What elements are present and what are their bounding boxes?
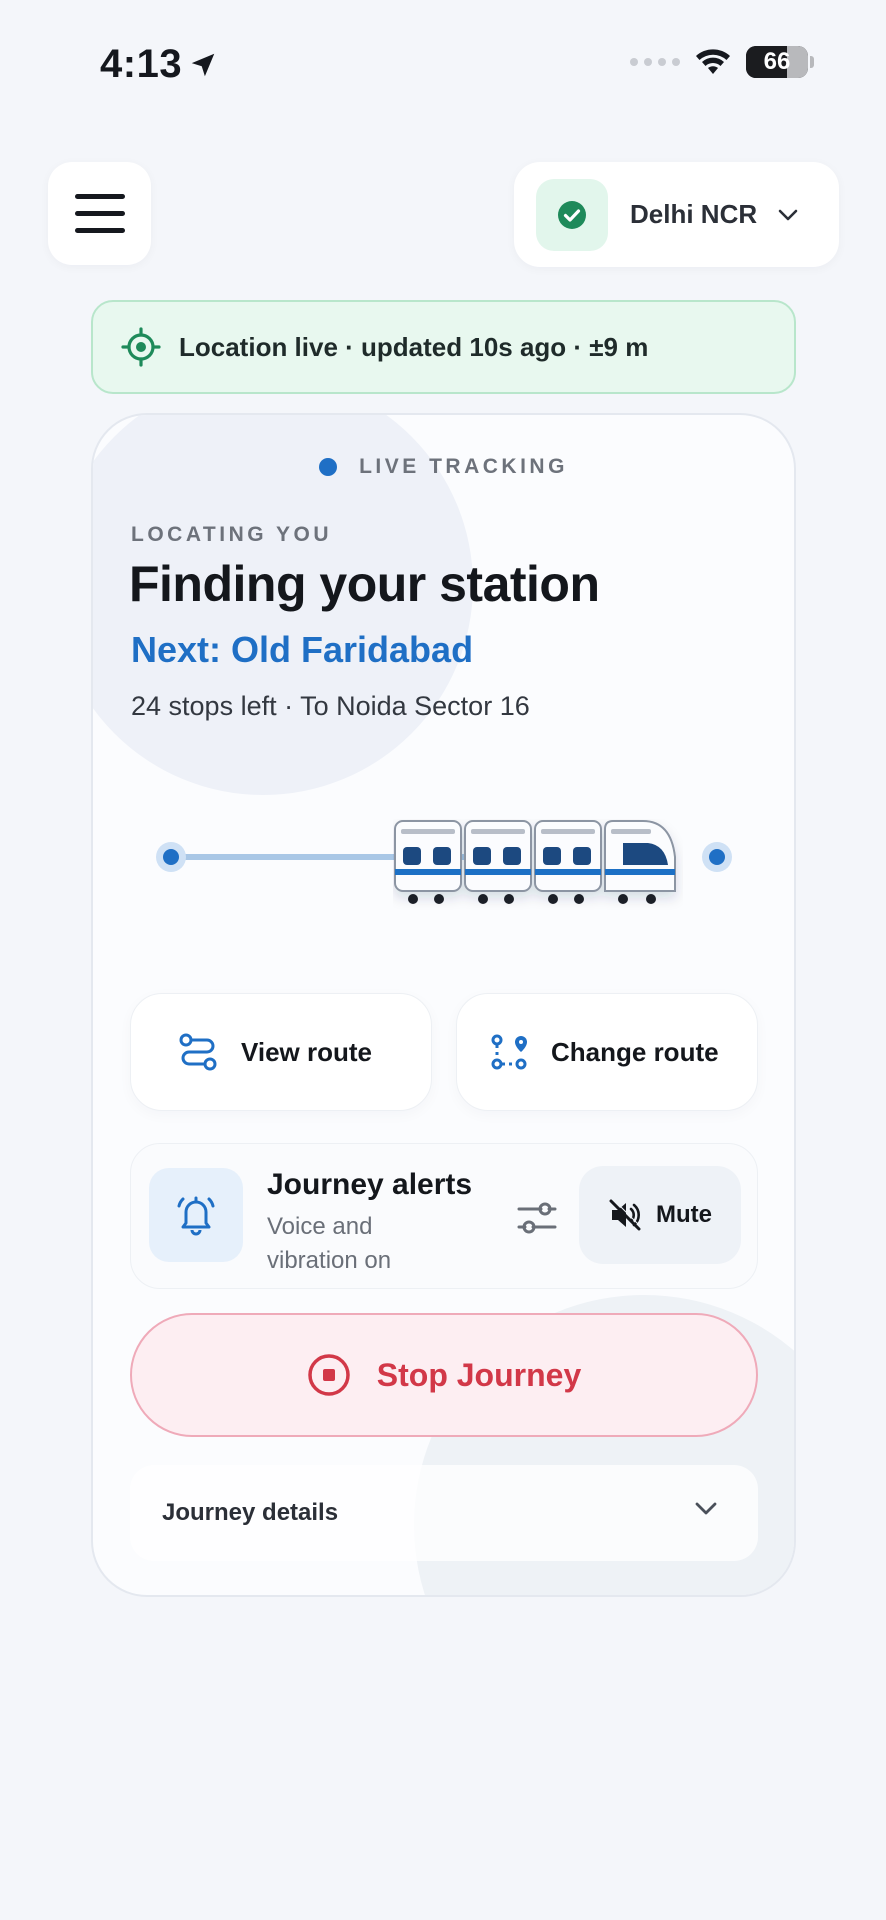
journey-alerts-panel: Journey alerts Voice and vibration on Mu…	[130, 1143, 758, 1289]
location-status-banner: Location live · updated 10s ago · ±9 m	[91, 300, 796, 394]
location-status-text: Location live · updated 10s ago · ±9 m	[179, 331, 649, 362]
journey-card: LIVE TRACKING LOCATING YOU Finding your …	[91, 413, 796, 1597]
check-circle-icon	[558, 200, 586, 229]
mute-button[interactable]: Mute	[579, 1166, 741, 1264]
live-dot	[319, 458, 338, 476]
speaker-mute-icon	[609, 1198, 642, 1231]
view-route-label: View route	[241, 1036, 373, 1067]
location-target-icon	[121, 327, 161, 367]
journey-details-label: Journey details	[162, 1499, 339, 1526]
view-route-button[interactable]: View route	[130, 993, 432, 1111]
status-icons: 66	[630, 46, 814, 78]
next-station: Next: Old Faridabad	[131, 629, 474, 670]
battery-level: 66	[763, 48, 791, 75]
bell-icon	[177, 1196, 215, 1236]
page-title: Finding your station	[129, 556, 600, 612]
mute-label: Mute	[656, 1201, 712, 1228]
alerts-title: Journey alerts	[267, 1168, 473, 1201]
stop-journey-label: Stop Journey	[376, 1356, 582, 1393]
region-status-badge	[536, 178, 608, 251]
region-label: Delhi NCR	[630, 199, 758, 229]
route-icon	[179, 1033, 217, 1071]
status-time-text: 4:13	[100, 42, 183, 86]
chevron-down-icon	[778, 209, 798, 220]
region-selector[interactable]: Delhi NCR	[514, 162, 839, 267]
location-arrow-icon	[191, 53, 215, 76]
eyebrow-label: LOCATING YOU	[131, 523, 333, 546]
status-time: 4:13	[100, 42, 218, 87]
change-route-icon	[491, 1034, 527, 1070]
hamburger-menu-icon	[74, 194, 125, 199]
live-tracking-label: LIVE TRACKING	[359, 455, 568, 478]
journey-details-toggle[interactable]: Journey details	[130, 1465, 758, 1561]
alerts-icon-box	[149, 1168, 243, 1262]
end-station-node	[702, 842, 732, 872]
chevron-down-icon	[695, 1502, 717, 1515]
stop-icon	[308, 1354, 350, 1396]
change-route-label: Change route	[551, 1036, 719, 1067]
sliders-icon[interactable]	[515, 1196, 559, 1240]
battery-icon: 66	[746, 46, 814, 78]
start-station-node	[156, 842, 186, 872]
wifi-icon	[696, 49, 730, 74]
change-route-button[interactable]: Change route	[456, 993, 758, 1111]
live-tracking-indicator: LIVE TRACKING	[93, 455, 794, 479]
alerts-subtitle: Voice and vibration on	[267, 1213, 392, 1274]
stop-journey-button[interactable]: Stop Journey	[130, 1313, 758, 1437]
stops-info: 24 stops left · To Noida Sector 16	[131, 691, 530, 721]
train-icon	[394, 820, 676, 904]
cellular-signal-icon	[630, 58, 680, 66]
hamburger-menu-button[interactable]	[48, 162, 151, 265]
